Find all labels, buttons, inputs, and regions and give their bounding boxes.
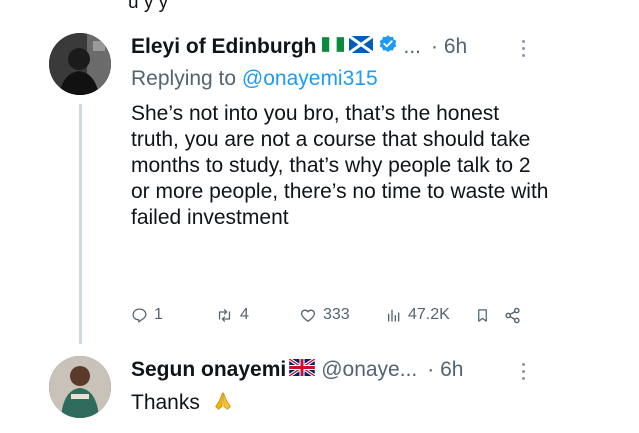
- replying-to-label: Replying to: [131, 67, 242, 90]
- avatar[interactable]: [49, 33, 111, 95]
- heart-icon: [300, 309, 316, 322]
- views-button[interactable]: 47.2K: [386, 302, 450, 328]
- reply-count: 1: [154, 306, 163, 323]
- tweet-text: She’s not into you bro, that’s the hones…: [131, 102, 549, 229]
- nigeria-flag-icon: [321, 35, 344, 59]
- avatar-image: [49, 356, 111, 418]
- avatar-image: [49, 33, 111, 95]
- reply-button[interactable]: 1: [131, 302, 163, 328]
- reply-handle[interactable]: @onaye...: [321, 358, 417, 382]
- retweet-count: 4: [240, 306, 249, 323]
- reply-tweet[interactable]: Segun onayemi @onaye... · 6h Thanks: [0, 340, 639, 433]
- retweet-icon: [218, 308, 231, 322]
- reply-icon: [132, 307, 147, 323]
- timestamp[interactable]: · 6h: [431, 35, 467, 59]
- tweet-header: Eleyi of Edinburgh ... · 6h: [131, 32, 467, 62]
- more-options-icon[interactable]: [519, 361, 527, 382]
- reply-header: Segun onayemi @onaye... · 6h: [131, 355, 463, 385]
- uk-flag-icon: [288, 357, 316, 382]
- views-icon: [388, 309, 400, 322]
- scotland-flag-icon: [347, 34, 374, 59]
- retweet-button[interactable]: 4: [215, 302, 249, 328]
- like-count: 333: [323, 306, 350, 323]
- tweet[interactable]: Eleyi of Edinburgh ... · 6h Replying to …: [0, 0, 639, 340]
- more-options-icon[interactable]: [519, 38, 527, 59]
- like-button[interactable]: 333: [299, 302, 350, 328]
- reply-text: Thanks: [131, 391, 200, 414]
- reply-text-line: Thanks: [131, 390, 234, 418]
- name-ellipsis: ...: [403, 35, 422, 58]
- view-count: 47.2K: [408, 306, 450, 323]
- replying-to-line: Replying to @onayemi315: [131, 67, 378, 91]
- tweet-actions: 1 4 333 47.2K: [131, 302, 531, 328]
- thread-connector-line: [79, 104, 82, 344]
- share-button[interactable]: [504, 302, 521, 328]
- bookmark-button[interactable]: [475, 302, 490, 328]
- reply-author-name[interactable]: Segun onayemi: [131, 358, 286, 382]
- folded-hands-icon: [212, 390, 234, 418]
- share-icon: [505, 307, 520, 323]
- author-name[interactable]: Eleyi of Edinburgh: [131, 35, 317, 59]
- verified-badge-icon: [378, 34, 398, 60]
- replying-to-handle[interactable]: @onayemi315: [242, 67, 378, 90]
- bookmark-icon: [478, 308, 487, 322]
- reply-avatar[interactable]: [49, 356, 111, 418]
- reply-timestamp[interactable]: · 6h: [427, 358, 463, 382]
